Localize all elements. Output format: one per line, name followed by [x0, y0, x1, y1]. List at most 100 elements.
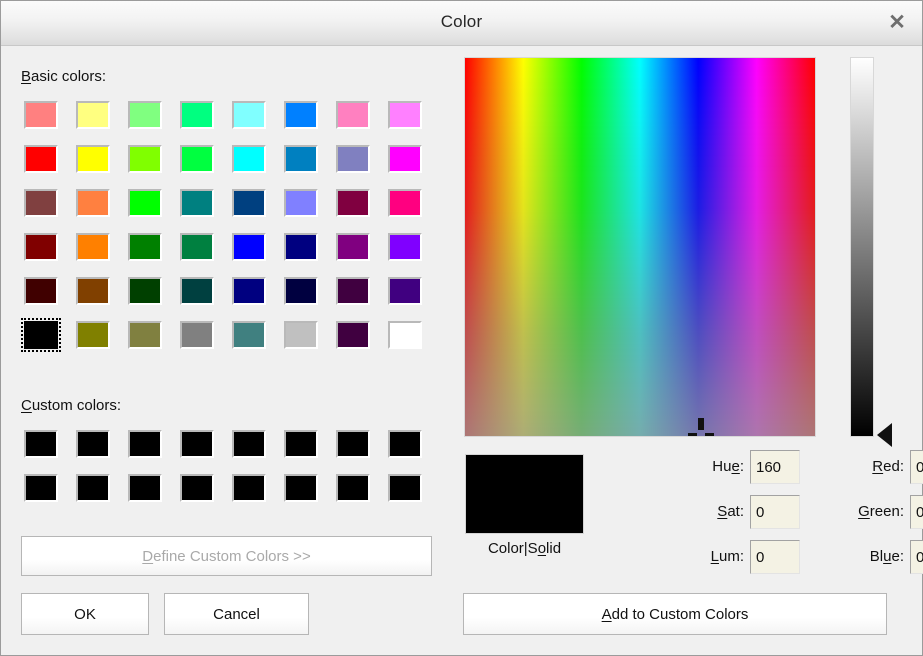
basic-color-swatch-16[interactable] — [21, 186, 61, 220]
lum-label: Lum: — [711, 540, 744, 574]
basic-color-swatch-37[interactable] — [281, 274, 321, 308]
basic-color-swatch-19[interactable] — [177, 186, 217, 220]
custom-color-swatch-2[interactable] — [125, 427, 165, 461]
luminance-slider[interactable] — [850, 57, 874, 437]
basic-color-swatch-fill-46 — [336, 321, 370, 349]
basic-color-swatch-32[interactable] — [21, 274, 61, 308]
basic-color-swatch-fill-6 — [336, 101, 370, 129]
basic-color-swatch-38[interactable] — [333, 274, 373, 308]
basic-color-swatch-20[interactable] — [229, 186, 269, 220]
basic-color-swatch-15[interactable] — [385, 142, 425, 176]
luminance-slider-thumb-icon[interactable] — [877, 423, 892, 447]
basic-color-swatch-14[interactable] — [333, 142, 373, 176]
custom-color-swatch-fill-15 — [388, 474, 422, 502]
custom-colors-grid[interactable] — [21, 427, 437, 515]
basic-color-swatch-47[interactable] — [385, 318, 425, 352]
basic-color-swatch-fill-14 — [336, 145, 370, 173]
custom-color-swatch-fill-5 — [284, 430, 318, 458]
basic-color-swatch-36[interactable] — [229, 274, 269, 308]
custom-color-swatch-4[interactable] — [229, 427, 269, 461]
custom-color-swatch-12[interactable] — [229, 471, 269, 505]
basic-color-swatch-31[interactable] — [385, 230, 425, 264]
red-input[interactable] — [910, 450, 923, 484]
basic-color-swatch-29[interactable] — [281, 230, 321, 264]
custom-color-swatch-9[interactable] — [73, 471, 113, 505]
basic-color-swatch-fill-15 — [388, 145, 422, 173]
custom-color-swatch-13[interactable] — [281, 471, 321, 505]
color-preview-swatch — [465, 454, 584, 534]
basic-color-swatch-4[interactable] — [229, 98, 269, 132]
basic-color-swatch-fill-40 — [24, 321, 58, 349]
basic-color-swatch-33[interactable] — [73, 274, 113, 308]
custom-color-swatch-15[interactable] — [385, 471, 425, 505]
basic-color-swatch-22[interactable] — [333, 186, 373, 220]
custom-color-swatch-14[interactable] — [333, 471, 373, 505]
basic-color-swatch-43[interactable] — [177, 318, 217, 352]
basic-colors-grid[interactable] — [21, 98, 437, 362]
custom-color-swatch-fill-14 — [336, 474, 370, 502]
basic-color-swatch-fill-39 — [388, 277, 422, 305]
basic-color-swatch-40[interactable] — [21, 318, 61, 352]
custom-color-swatch-5[interactable] — [281, 427, 321, 461]
basic-color-swatch-24[interactable] — [21, 230, 61, 264]
basic-color-swatch-21[interactable] — [281, 186, 321, 220]
basic-color-swatch-2[interactable] — [125, 98, 165, 132]
basic-color-swatch-fill-34 — [128, 277, 162, 305]
cancel-button[interactable]: Cancel — [164, 593, 309, 635]
basic-color-swatch-23[interactable] — [385, 186, 425, 220]
basic-color-swatch-13[interactable] — [281, 142, 321, 176]
basic-color-swatch-1[interactable] — [73, 98, 113, 132]
basic-color-swatch-fill-33 — [76, 277, 110, 305]
green-input[interactable] — [910, 495, 923, 529]
custom-color-swatch-6[interactable] — [333, 427, 373, 461]
basic-color-swatch-27[interactable] — [177, 230, 217, 264]
custom-color-swatch-8[interactable] — [21, 471, 61, 505]
basic-color-swatch-46[interactable] — [333, 318, 373, 352]
basic-color-swatch-44[interactable] — [229, 318, 269, 352]
add-to-custom-colors-button[interactable]: Add to Custom Colors — [463, 593, 887, 635]
ok-button[interactable]: OK — [21, 593, 149, 635]
basic-color-swatch-5[interactable] — [281, 98, 321, 132]
basic-color-swatch-28[interactable] — [229, 230, 269, 264]
define-custom-colors-label: efine Custom Colors >> — [153, 548, 311, 565]
green-label-after: reen: — [870, 503, 904, 520]
custom-color-swatch-11[interactable] — [177, 471, 217, 505]
basic-color-swatch-25[interactable] — [73, 230, 113, 264]
custom-color-swatch-10[interactable] — [125, 471, 165, 505]
basic-color-swatch-41[interactable] — [73, 318, 113, 352]
close-icon[interactable]: ✕ — [882, 9, 912, 37]
basic-color-swatch-34[interactable] — [125, 274, 165, 308]
custom-color-swatch-1[interactable] — [73, 427, 113, 461]
basic-color-swatch-35[interactable] — [177, 274, 217, 308]
basic-color-swatch-fill-4 — [232, 101, 266, 129]
basic-color-swatch-0[interactable] — [21, 98, 61, 132]
basic-color-swatch-fill-9 — [76, 145, 110, 173]
basic-color-swatch-8[interactable] — [21, 142, 61, 176]
define-custom-colors-button[interactable]: Define Custom Colors >> — [21, 536, 432, 576]
hue-saturation-gradient[interactable] — [464, 57, 816, 437]
basic-color-swatch-26[interactable] — [125, 230, 165, 264]
custom-color-swatch-fill-7 — [388, 430, 422, 458]
basic-color-swatch-42[interactable] — [125, 318, 165, 352]
basic-color-swatch-fill-23 — [388, 189, 422, 217]
basic-color-swatch-6[interactable] — [333, 98, 373, 132]
basic-color-swatch-9[interactable] — [73, 142, 113, 176]
basic-color-swatch-10[interactable] — [125, 142, 165, 176]
lum-label-after: um: — [719, 548, 744, 565]
custom-color-swatch-7[interactable] — [385, 427, 425, 461]
basic-color-swatch-18[interactable] — [125, 186, 165, 220]
custom-color-swatch-fill-0 — [24, 430, 58, 458]
basic-color-swatch-12[interactable] — [229, 142, 269, 176]
basic-color-swatch-3[interactable] — [177, 98, 217, 132]
basic-color-swatch-fill-20 — [232, 189, 266, 217]
basic-color-swatch-11[interactable] — [177, 142, 217, 176]
basic-color-swatch-7[interactable] — [385, 98, 425, 132]
custom-color-swatch-3[interactable] — [177, 427, 217, 461]
basic-color-swatch-17[interactable] — [73, 186, 113, 220]
custom-color-swatch-0[interactable] — [21, 427, 61, 461]
basic-color-swatch-fill-10 — [128, 145, 162, 173]
basic-color-swatch-30[interactable] — [333, 230, 373, 264]
blue-input[interactable] — [910, 540, 923, 574]
basic-color-swatch-45[interactable] — [281, 318, 321, 352]
basic-color-swatch-39[interactable] — [385, 274, 425, 308]
